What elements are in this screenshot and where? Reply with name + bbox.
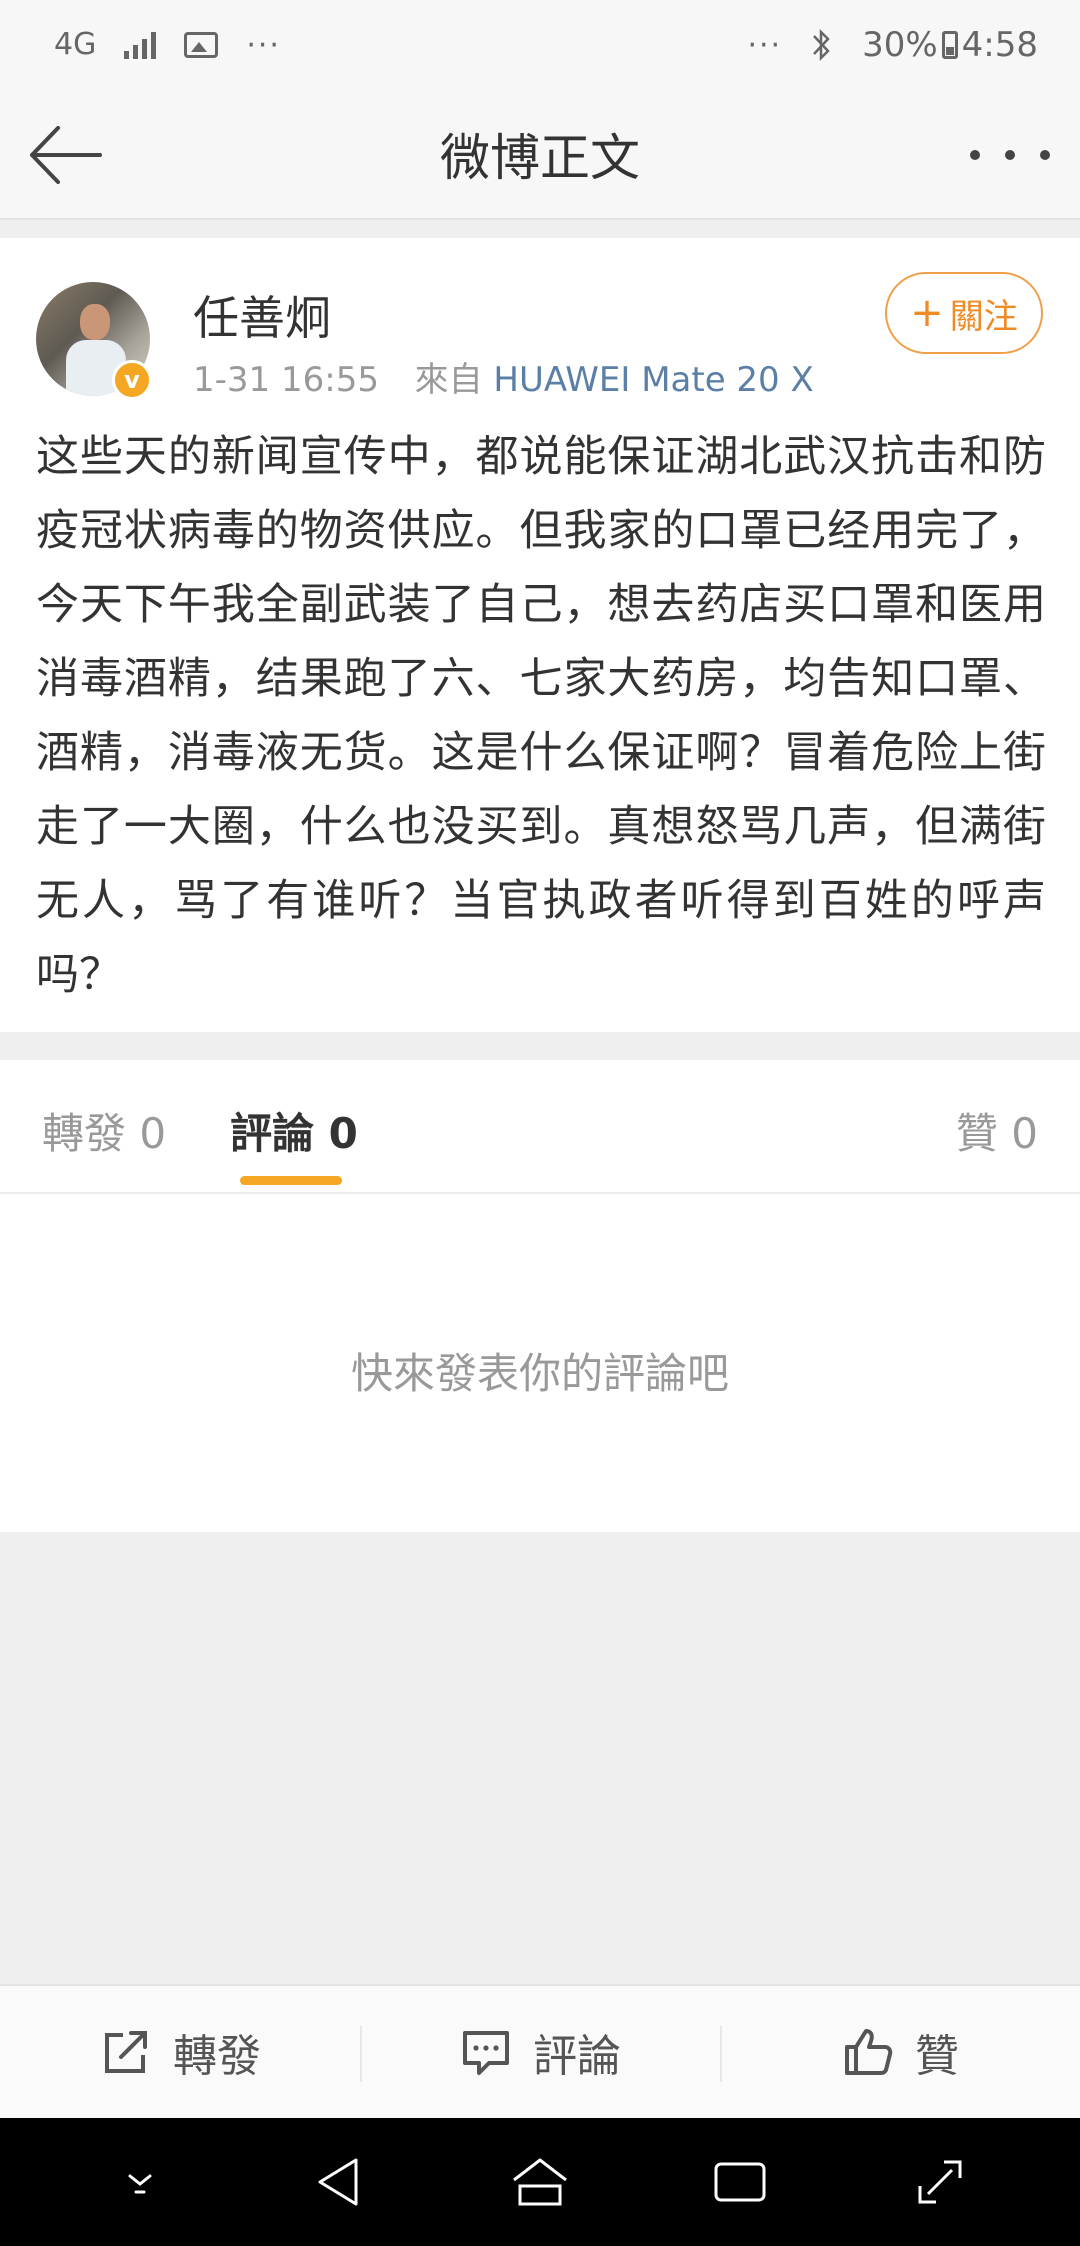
status-bar: 4G ··· ··· 30% 4:58 bbox=[0, 0, 1080, 90]
empty-comments-hint: 快來發表你的評論吧 bbox=[350, 1349, 729, 1398]
post-card: v 任善炯 1-31 16:55 來自 HUAWEI Mate 20 X + 關… bbox=[0, 238, 1080, 1032]
follow-label: 關注 bbox=[949, 296, 1018, 337]
repost-button[interactable]: 轉發 bbox=[0, 1986, 360, 2118]
tab-like[interactable]: 贊 0 bbox=[956, 1100, 1038, 1161]
clock: 4:58 bbox=[961, 25, 1038, 65]
system-nav-bar bbox=[0, 2118, 1080, 2246]
back-button[interactable] bbox=[26, 120, 106, 190]
dot-icon bbox=[1040, 150, 1050, 160]
tab-repost[interactable]: 轉發 0 bbox=[42, 1100, 166, 1161]
comment-list: 快來發表你的評論吧 bbox=[0, 1194, 1080, 1532]
battery-percent: 30% bbox=[862, 25, 938, 65]
thumbs-up-icon bbox=[845, 2029, 893, 2075]
post-body: 这些天的新闻宣传中，都说能保证湖北武汉抗击和防疫冠状病毒的物资供应。但我家的口罩… bbox=[36, 432, 1046, 1000]
post-time: 1-31 16:55 bbox=[193, 360, 379, 400]
action-bar: 轉發 評論 贊 bbox=[0, 1984, 1080, 2118]
battery-icon bbox=[941, 31, 958, 59]
comment-icon bbox=[463, 2031, 509, 2075]
verified-badge-icon: v bbox=[112, 360, 152, 400]
bluetooth-icon bbox=[813, 28, 830, 62]
page-title: 微博正文 bbox=[440, 129, 640, 187]
tab-comment[interactable]: 評論 0 bbox=[230, 1100, 358, 1161]
post-meta: 1-31 16:55 來自 HUAWEI Mate 20 X bbox=[193, 352, 814, 401]
more-notifications-icon: ··· bbox=[246, 27, 281, 63]
hide-keyboard-icon[interactable] bbox=[108, 2150, 172, 2214]
image-notification-icon bbox=[184, 32, 219, 58]
plus-icon: + bbox=[910, 290, 944, 336]
status-more-icon: ··· bbox=[747, 27, 783, 63]
back-icon[interactable] bbox=[308, 2150, 372, 2214]
like-button[interactable]: 贊 bbox=[720, 1986, 1080, 2118]
signal-icon bbox=[124, 31, 157, 59]
dot-icon bbox=[970, 150, 980, 160]
source-prefix: 來自 bbox=[414, 360, 483, 400]
nav-bar: 微博正文 bbox=[0, 90, 1080, 220]
interaction-tabs: 轉發 0 評論 0 贊 0 bbox=[0, 1060, 1080, 1194]
dot-icon bbox=[1005, 150, 1015, 160]
comment-label: 評論 bbox=[533, 2031, 621, 2082]
active-tab-indicator bbox=[240, 1176, 342, 1185]
follow-button[interactable]: + 關注 bbox=[885, 272, 1043, 354]
repost-icon bbox=[105, 2031, 147, 2073]
back-arrow-icon bbox=[30, 126, 102, 184]
more-options-button[interactable] bbox=[970, 130, 1050, 180]
like-label: 贊 bbox=[915, 2031, 959, 2082]
post-source[interactable]: HUAWEI Mate 20 X bbox=[493, 360, 813, 400]
expand-icon[interactable] bbox=[908, 2150, 972, 2214]
network-type: 4G bbox=[54, 27, 97, 62]
comment-button[interactable]: 評論 bbox=[360, 1986, 720, 2118]
home-icon[interactable] bbox=[508, 2150, 572, 2214]
recent-apps-icon[interactable] bbox=[708, 2150, 772, 2214]
repost-label: 轉發 bbox=[173, 2031, 261, 2082]
author-name[interactable]: 任善炯 bbox=[193, 282, 331, 348]
